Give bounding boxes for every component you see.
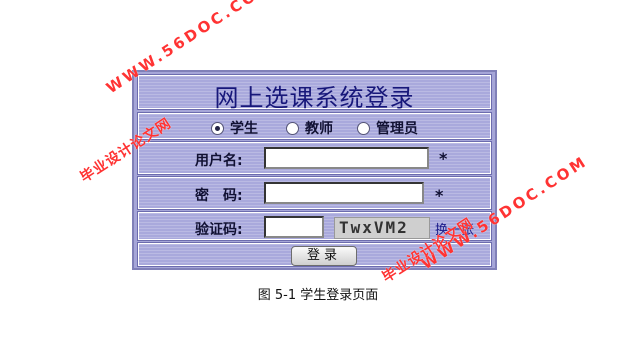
radio-admin[interactable] [357, 121, 370, 135]
login-button[interactable]: 登录 [291, 246, 357, 266]
role-teacher-label: 教师 [305, 121, 333, 137]
role-option-student[interactable]: 学生 [211, 118, 258, 138]
radio-student[interactable] [211, 121, 224, 135]
radio-teacher[interactable] [286, 121, 299, 135]
role-admin-label: 管理员 [376, 121, 418, 137]
login-title: 网上选课系统登录 [214, 84, 415, 112]
role-option-admin[interactable]: 管理员 [357, 118, 418, 138]
captcha-image[interactable]: TwxVM2 [334, 217, 430, 239]
title-row: 网上选课系统登录 [137, 74, 492, 112]
password-label: 密 码: [195, 188, 243, 204]
password-input[interactable] [264, 182, 424, 204]
username-input[interactable] [264, 147, 429, 169]
captcha-input[interactable] [264, 216, 324, 238]
password-row: 密 码: * [137, 176, 492, 210]
role-row: 学生 教师 管理员 [137, 112, 492, 140]
password-required-mark: * [435, 186, 444, 205]
role-student-label: 学生 [230, 121, 258, 137]
captcha-label: 验证码: [195, 222, 243, 238]
username-row: 用户名: * [137, 141, 492, 175]
role-option-teacher[interactable]: 教师 [286, 118, 333, 138]
username-label: 用户名: [195, 153, 243, 169]
username-required-mark: * [439, 149, 448, 168]
figure-caption: 图 5-1 学生登录页面 [257, 288, 379, 303]
